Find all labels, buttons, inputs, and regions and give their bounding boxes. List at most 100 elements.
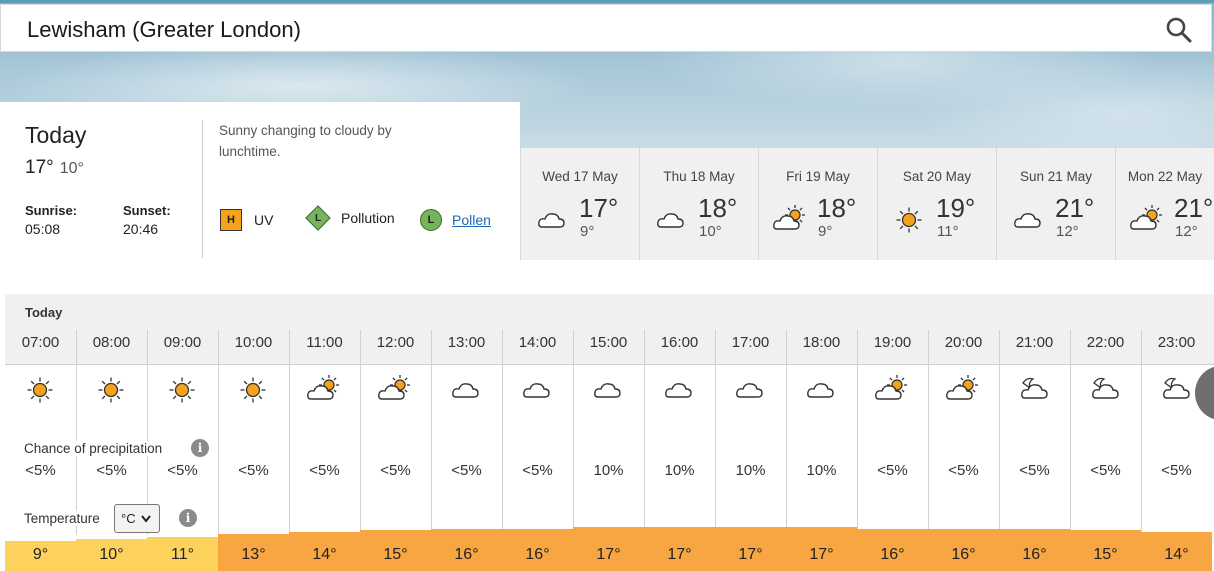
hour-temperature: 17°: [667, 546, 692, 563]
sunny-intervals-icon: [773, 205, 805, 230]
pollution-label: Pollution: [341, 210, 395, 226]
precipitation-chance: <5%: [451, 462, 482, 479]
hour-time: 14:00: [518, 334, 557, 351]
day-name: Fri 19 May: [786, 169, 850, 184]
precipitation-chance: <5%: [167, 462, 198, 479]
column-divider: [786, 330, 787, 535]
hour-temperature: 16°: [880, 546, 905, 563]
precipitation-chance: <5%: [380, 462, 411, 479]
precipitation-chance: <5%: [1161, 462, 1192, 479]
sunny-intervals-icon: [875, 375, 907, 400]
column-divider: [289, 330, 290, 535]
hour-time: 22:00: [1086, 334, 1125, 351]
hour-time: 16:00: [660, 334, 699, 351]
uv-indicator[interactable]: H UV: [220, 209, 273, 231]
hourly-day-title: Today: [25, 305, 63, 320]
day-max-temp: 21°: [1174, 193, 1214, 223]
column-divider: [715, 330, 716, 535]
day-tab[interactable]: Mon 22 May 21° 12°: [1115, 148, 1214, 260]
hour-temperature: 10°: [99, 546, 124, 563]
column-divider: [1141, 330, 1142, 535]
hourly-header: Today: [5, 294, 1214, 365]
hour-temperature: 9°: [32, 546, 49, 563]
precipitation-chance: <5%: [1019, 462, 1050, 479]
hour-time: 17:00: [731, 334, 770, 351]
day-tab[interactable]: Fri 19 May 18° 9°: [758, 148, 877, 260]
pollen-indicator[interactable]: L Pollen: [420, 209, 491, 231]
location-name: Lewisham (Greater London): [27, 17, 301, 42]
today-max-temp: 17°: [25, 157, 54, 178]
sunset-time: 20:46: [123, 221, 159, 237]
precipitation-chance: <5%: [877, 462, 908, 479]
sunset-label: Sunset:: [123, 203, 171, 218]
hour-temperature: 14°: [1164, 546, 1189, 563]
day-min-temp: 10°: [699, 223, 722, 240]
search-icon[interactable]: [1165, 16, 1193, 44]
hour-time: 09:00: [163, 334, 202, 351]
unit-value: °C: [121, 511, 136, 526]
precipitation-label: Chance of precipitation: [24, 441, 167, 456]
cloud-icon: [1014, 213, 1041, 228]
uv-level-badge: H: [220, 209, 242, 231]
precipitation-info-icon[interactable]: i: [191, 439, 209, 457]
day-min-temp: 9°: [580, 223, 595, 240]
hour-time: 13:00: [447, 334, 486, 351]
today-summary-card[interactable]: Today 17° 10° Sunrise: 05:08 Sunset: 20:4…: [0, 102, 520, 260]
sunny-intervals-icon: [1130, 205, 1162, 230]
hourly-forecast-table: Today 07:00 <5% 9° 08:00 <5% 10° 09:00 <…: [5, 294, 1214, 571]
sunny-intervals-icon: [307, 375, 339, 400]
hour-time: 08:00: [92, 334, 131, 351]
precipitation-chance: 10%: [806, 462, 837, 479]
precipitation-chance: <5%: [948, 462, 979, 479]
day-min-temp: 9°: [818, 223, 833, 240]
today-title: Today: [25, 122, 87, 148]
cloud-icon: [594, 383, 621, 398]
pollution-indicator[interactable]: L Pollution: [305, 205, 395, 231]
precipitation-chance: 10%: [735, 462, 766, 479]
pollution-level-badge: L: [305, 205, 331, 231]
pollen-link[interactable]: Pollen: [452, 212, 491, 228]
hour-temperature: 17°: [738, 546, 763, 563]
precipitation-chance: <5%: [1090, 462, 1121, 479]
day-name: Thu 18 May: [663, 169, 735, 184]
day-tab[interactable]: Sun 21 May 21° 12°: [996, 148, 1115, 260]
sunny-intervals-icon: [378, 375, 410, 400]
partly-cloudy-night-icon: [1163, 377, 1190, 399]
precipitation-chance: <5%: [96, 462, 127, 479]
temperature-info-icon[interactable]: i: [179, 509, 197, 527]
day-tab[interactable]: Thu 18 May 18° 10°: [639, 148, 758, 260]
chevron-down-icon: [140, 514, 151, 523]
day-name: Mon 22 May: [1127, 169, 1203, 184]
cloud-icon: [736, 383, 763, 398]
hour-temperature: 16°: [1022, 546, 1047, 563]
temperature-unit-select[interactable]: °C: [114, 504, 160, 533]
hour-temperature: 11°: [170, 546, 194, 563]
cloud-icon: [665, 383, 692, 398]
divider: [202, 120, 203, 258]
day-max-temp: 21°: [1055, 193, 1095, 223]
hour-temperature: 16°: [951, 546, 976, 563]
column-divider: [857, 330, 858, 535]
column-divider: [502, 330, 503, 535]
today-min-temp: 10°: [59, 160, 84, 177]
sunrise-time: 05:08: [25, 221, 61, 237]
hour-temperature: 14°: [312, 546, 337, 563]
day-tab[interactable]: Sat 20 May 19° 11°: [877, 148, 996, 260]
day-max-temp: 18°: [817, 193, 857, 223]
hour-time: 12:00: [376, 334, 415, 351]
hour-time: 23:00: [1157, 334, 1196, 351]
day-tab[interactable]: Wed 17 May 17° 9°: [520, 148, 639, 260]
sunrise-label: Sunrise:: [25, 203, 78, 218]
sun-icon: [27, 377, 53, 403]
precipitation-chance: 10%: [593, 462, 624, 479]
cloud-icon: [657, 213, 684, 228]
hour-time: 19:00: [873, 334, 912, 351]
hour-temperature: 15°: [1093, 546, 1118, 563]
uv-label: UV: [254, 212, 274, 228]
hour-time: 18:00: [802, 334, 841, 351]
hour-time: 15:00: [589, 334, 628, 351]
precipitation-chance: <5%: [309, 462, 340, 479]
location-search-bar[interactable]: Lewisham (Greater London): [0, 4, 1212, 52]
cloud-icon: [523, 383, 550, 398]
sun-icon: [896, 207, 922, 233]
